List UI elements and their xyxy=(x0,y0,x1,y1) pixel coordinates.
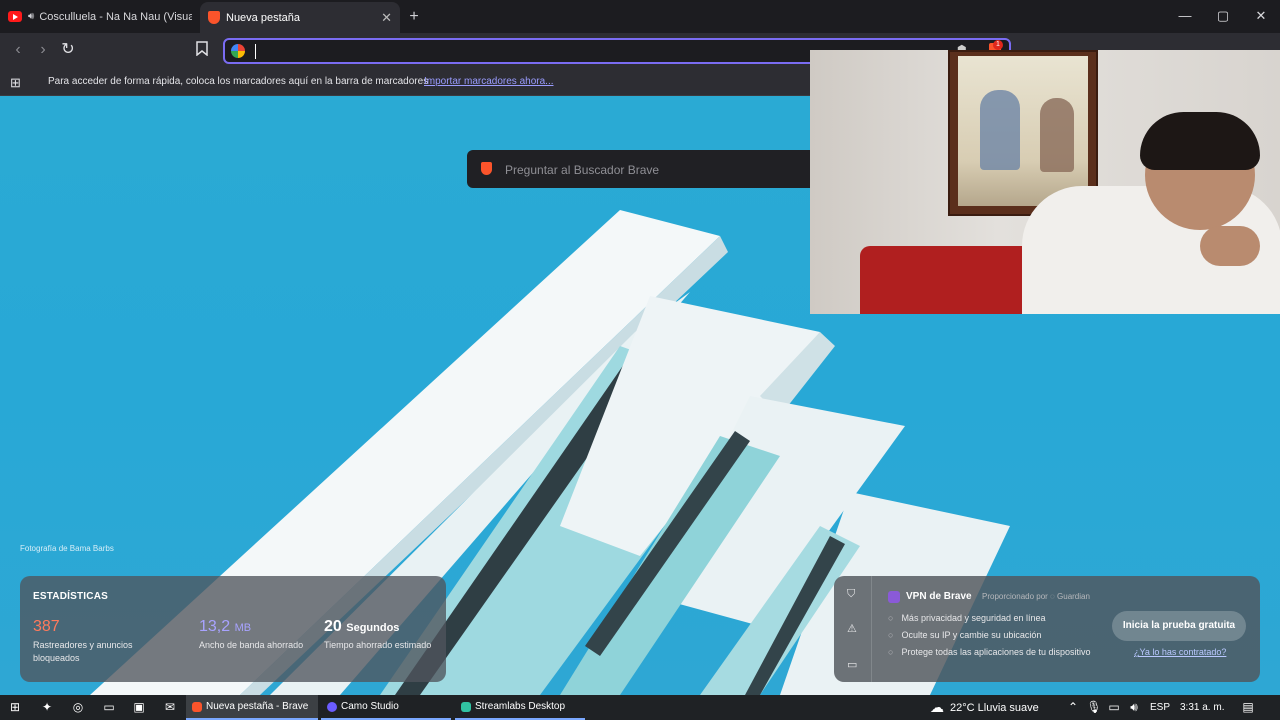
language-indicator[interactable]: ESP xyxy=(1150,695,1170,720)
widget-switcher: ⛉ ⚠ ▭ xyxy=(834,576,872,682)
stat-unit: Segundos xyxy=(346,622,400,634)
vpn-widget: ⛉ ⚠ ▭ VPN de Brave Proporcionado por ◌ G… xyxy=(834,576,1260,682)
windows-start-icon[interactable]: ⊞ xyxy=(7,699,23,715)
bookmarks-bar-message: Para acceder de forma rápida, coloca los… xyxy=(48,76,429,87)
network-icon[interactable]: ▭ xyxy=(1106,699,1122,715)
window-controls: — ▢ ✕ xyxy=(1166,0,1280,33)
tab-strip: 🔊︎ Cosculluela - Na Na Nau (Visualiz Nue… xyxy=(0,0,1280,33)
brave-search-icon xyxy=(481,162,492,175)
minimize-button[interactable]: — xyxy=(1166,0,1204,33)
stats-header: ESTADÍSTICAS xyxy=(33,591,108,602)
vpn-provider: Proporcionado por ◌ Guardian xyxy=(982,592,1090,601)
reload-button[interactable]: ↻ xyxy=(58,41,78,61)
vpn-feature: ○ Más privacidad y seguridad en línea xyxy=(888,613,1046,623)
new-tab-button[interactable]: + xyxy=(400,8,428,26)
stat-label: Rastreadores y anuncios bloqueados xyxy=(33,640,133,663)
check-icon: ○ xyxy=(888,613,894,623)
outlook-icon[interactable]: ✉ xyxy=(162,699,178,715)
tab-new-tab[interactable]: Nueva pestaña ✕ xyxy=(200,2,400,33)
volume-icon[interactable]: 🔊︎ xyxy=(1126,699,1142,715)
weather-widget[interactable]: ☁ 22°C Lluvia suave xyxy=(930,695,1039,720)
taskbar: ⊞ ✦ ◎ ▭ ▣ ✉ Nueva pestaña - Brave Camo S… xyxy=(0,695,1280,720)
stat-label: Tiempo ahorrado estimado xyxy=(324,640,432,650)
import-bookmarks-link[interactable]: Importar marcadores ahora... xyxy=(424,76,554,87)
search-placeholder: Preguntar al Buscador Brave xyxy=(505,163,660,177)
brave-icon xyxy=(208,11,220,24)
stat-unit: MB xyxy=(234,622,252,634)
already-subscribed-link[interactable]: ¿Ya lo has contratado? xyxy=(1134,647,1226,657)
photo-credit[interactable]: Fotografía de Bama Barbs xyxy=(20,544,114,553)
stat-trackers: 387 Rastreadores y anuncios bloqueados xyxy=(33,618,143,665)
maximize-button[interactable]: ▢ xyxy=(1204,0,1242,33)
google-icon xyxy=(231,44,245,58)
close-window-button[interactable]: ✕ xyxy=(1242,0,1280,33)
copilot-icon[interactable]: ✦ xyxy=(39,699,55,715)
brave-icon xyxy=(192,701,202,712)
stat-value: 13,2 xyxy=(199,618,231,635)
taskbar-app-camo[interactable]: Camo Studio xyxy=(321,695,451,720)
speaker-icon[interactable]: 🔊︎ xyxy=(28,11,34,22)
stats-widget: ESTADÍSTICAS 387 Rastreadores y anuncios… xyxy=(20,576,446,682)
brave-search-box[interactable]: Preguntar al Buscador Brave xyxy=(467,150,817,188)
vpn-feature: ○ Oculte su IP y cambie su ubicación xyxy=(888,630,1042,640)
stat-label: Ancho de banda ahorrado xyxy=(199,640,304,650)
stat-value: 387 xyxy=(33,618,60,635)
streamlabs-icon xyxy=(461,701,471,712)
screen: 🔊︎ Cosculluela - Na Na Nau (Visualiz Nue… xyxy=(0,0,1280,720)
store-icon[interactable]: ▣ xyxy=(131,699,147,715)
edge-icon[interactable]: ◎ xyxy=(70,699,86,715)
notifications-icon[interactable]: ▤ xyxy=(1240,699,1256,715)
microphone-icon[interactable]: 🎙︎ xyxy=(1086,699,1102,715)
forward-button[interactable]: › xyxy=(33,41,53,61)
vpn-feature: ○ Protege todas las aplicaciones de tu di… xyxy=(888,647,1091,657)
webcam-overlay xyxy=(810,50,1280,314)
chevron-up-icon[interactable]: ⌃ xyxy=(1065,699,1081,715)
taskbar-app-streamlabs[interactable]: Streamlabs Desktop xyxy=(455,695,585,720)
back-button[interactable]: ‹ xyxy=(8,41,28,61)
shields-count-badge: 1 xyxy=(993,40,1003,50)
bookmark-icon[interactable] xyxy=(196,41,212,59)
taskbar-app-brave[interactable]: Nueva pestaña - Brave xyxy=(186,695,318,720)
apps-grid-icon[interactable]: ⊞ xyxy=(10,75,21,91)
stat-time: 20 Segundos Tiempo ahorrado estimado xyxy=(324,618,434,652)
tab-title: Nueva pestaña xyxy=(226,11,300,24)
stat-value: 20 xyxy=(324,618,342,635)
camo-icon xyxy=(327,701,337,712)
tab-title: Cosculluela - Na Na Nau (Visualiz xyxy=(39,10,192,23)
start-trial-button[interactable]: Inicia la prueba gratuita xyxy=(1112,611,1246,641)
check-icon: ○ xyxy=(888,647,894,657)
card-icon[interactable]: ▭ xyxy=(847,658,857,671)
vpn-logo-icon xyxy=(888,591,900,603)
stat-bandwidth: 13,2 MB Ancho de banda ahorrado xyxy=(199,618,309,652)
check-icon: ○ xyxy=(888,630,894,640)
vpn-title: VPN de Brave xyxy=(906,591,972,602)
clock[interactable]: 3:31 a. m. xyxy=(1180,695,1224,720)
tab-cosculluela[interactable]: 🔊︎ Cosculluela - Na Na Nau (Visualiz xyxy=(0,0,200,33)
shield-icon[interactable]: ⛉ xyxy=(847,588,855,601)
youtube-icon xyxy=(8,11,22,22)
close-tab-icon[interactable]: ✕ xyxy=(381,10,392,26)
warning-icon[interactable]: ⚠ xyxy=(847,622,857,635)
text-caret xyxy=(255,44,256,59)
weather-icon: ☁ xyxy=(930,699,944,715)
file-explorer-icon[interactable]: ▭ xyxy=(101,699,117,715)
